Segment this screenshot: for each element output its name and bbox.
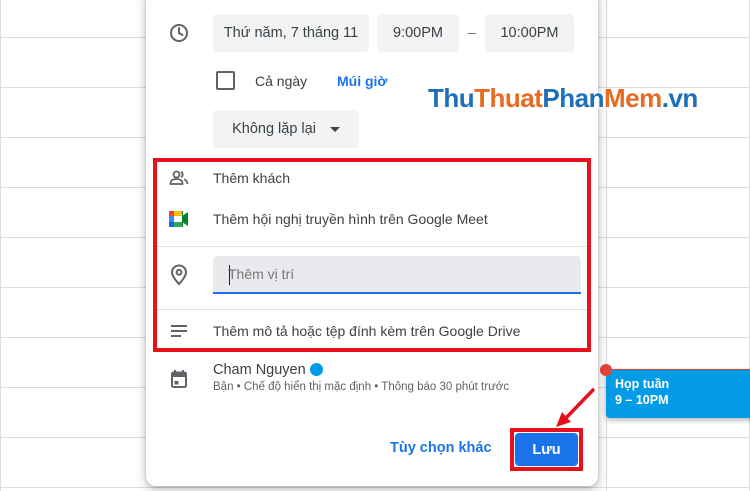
calendar-details: Bận • Chế độ hiển thị mặc định • Thông b… [213, 381, 510, 393]
highlight-box [153, 158, 591, 352]
repeat-dropdown[interactable]: Không lặp lại [213, 110, 359, 148]
calendar-color-dot [310, 363, 323, 376]
calendar-icon [168, 368, 190, 390]
save-button[interactable]: Lưu [515, 433, 578, 466]
date-picker[interactable]: Thứ năm, 7 tháng 11 [213, 14, 369, 52]
event-title: Họp tuần [615, 377, 670, 391]
grid-line [0, 0, 1, 491]
watermark-logo: ThuThuatPhanMem.vn [428, 83, 698, 113]
start-time-picker[interactable]: 9:00PM [377, 14, 459, 52]
more-options-button[interactable]: Tùy chọn khác [390, 440, 492, 456]
current-time-dot [600, 364, 612, 376]
calendar-event[interactable]: Họp tuần 9 – 10PM [606, 370, 750, 418]
red-arrow-icon [556, 388, 595, 427]
all-day-label: Cả ngày [255, 73, 308, 89]
all-day-checkbox[interactable] [216, 71, 235, 90]
time-separator: – [468, 24, 476, 40]
grid-line [0, 487, 750, 488]
end-time-picker[interactable]: 10:00PM [485, 14, 574, 52]
clock-icon [168, 22, 190, 44]
event-time: 9 – 10PM [615, 393, 669, 407]
calendar-owner-name[interactable]: Cham Nguyen [213, 362, 306, 378]
repeat-value: Không lặp lại [232, 121, 316, 137]
dropdown-arrow-icon [329, 126, 340, 132]
timezone-link[interactable]: Múi giờ [337, 73, 387, 89]
